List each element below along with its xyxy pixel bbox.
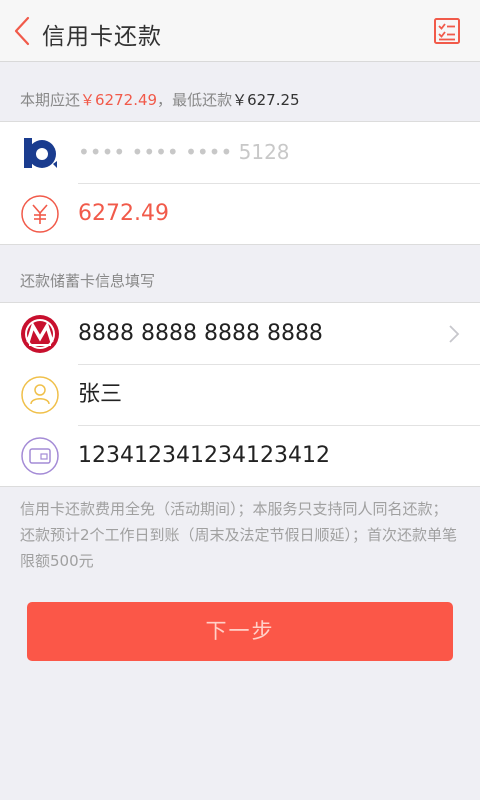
credit-card-group: •••• •••• •••• 5128 6272.49 [0, 121, 480, 245]
repayment-summary: 本期应还￥6272.49，最低还款￥627.25 [20, 89, 300, 110]
min-amount: ￥627.25 [232, 91, 300, 109]
id-number-field[interactable]: 123412341234123412 [78, 425, 330, 486]
id-number-row[interactable]: 123412341234123412 [0, 425, 480, 486]
id-card-icon [21, 437, 59, 475]
list-check-icon[interactable] [434, 18, 460, 44]
credit-card-row[interactable]: •••• •••• •••• 5128 [0, 122, 480, 183]
min-label: 最低还款 [172, 91, 233, 109]
page-title: 信用卡还款 [42, 24, 162, 50]
yuan-icon [21, 195, 59, 233]
due-label: 本期应还 [20, 91, 81, 109]
repay-amount-row[interactable]: 6272.49 [0, 183, 480, 244]
service-notice: 信用卡还款费用全免（活动期间）；本服务只支持同人同名还款；还款预计2个工作日到账… [20, 500, 458, 570]
chevron-right-icon[interactable] [448, 324, 460, 344]
repay-amount-field[interactable]: 6272.49 [78, 183, 169, 244]
cardholder-name-field[interactable]: 张三 [78, 364, 122, 425]
user-icon [21, 376, 59, 414]
bank-logo-icon [24, 138, 57, 168]
debit-card-row[interactable]: 8888 8888 8888 8888 [0, 303, 480, 364]
credit-card-number: •••• •••• •••• 5128 [78, 140, 290, 164]
next-step-button[interactable]: 下一步 [27, 602, 453, 661]
summary-separator: ， [157, 91, 173, 109]
merchants-bank-logo-icon [21, 315, 59, 353]
due-amount: ￥6272.49 [80, 91, 158, 109]
cardholder-name-row[interactable]: 张三 [0, 364, 480, 425]
debit-card-group: 8888 8888 8888 8888 张三 12341234123412341… [0, 302, 480, 487]
debit-section-label: 还款储蓄卡信息填写 [20, 272, 156, 290]
nav-bar: 信用卡还款 [0, 0, 480, 62]
debit-card-number-field[interactable]: 8888 8888 8888 8888 [78, 303, 323, 364]
chevron-left-icon[interactable] [12, 16, 32, 46]
